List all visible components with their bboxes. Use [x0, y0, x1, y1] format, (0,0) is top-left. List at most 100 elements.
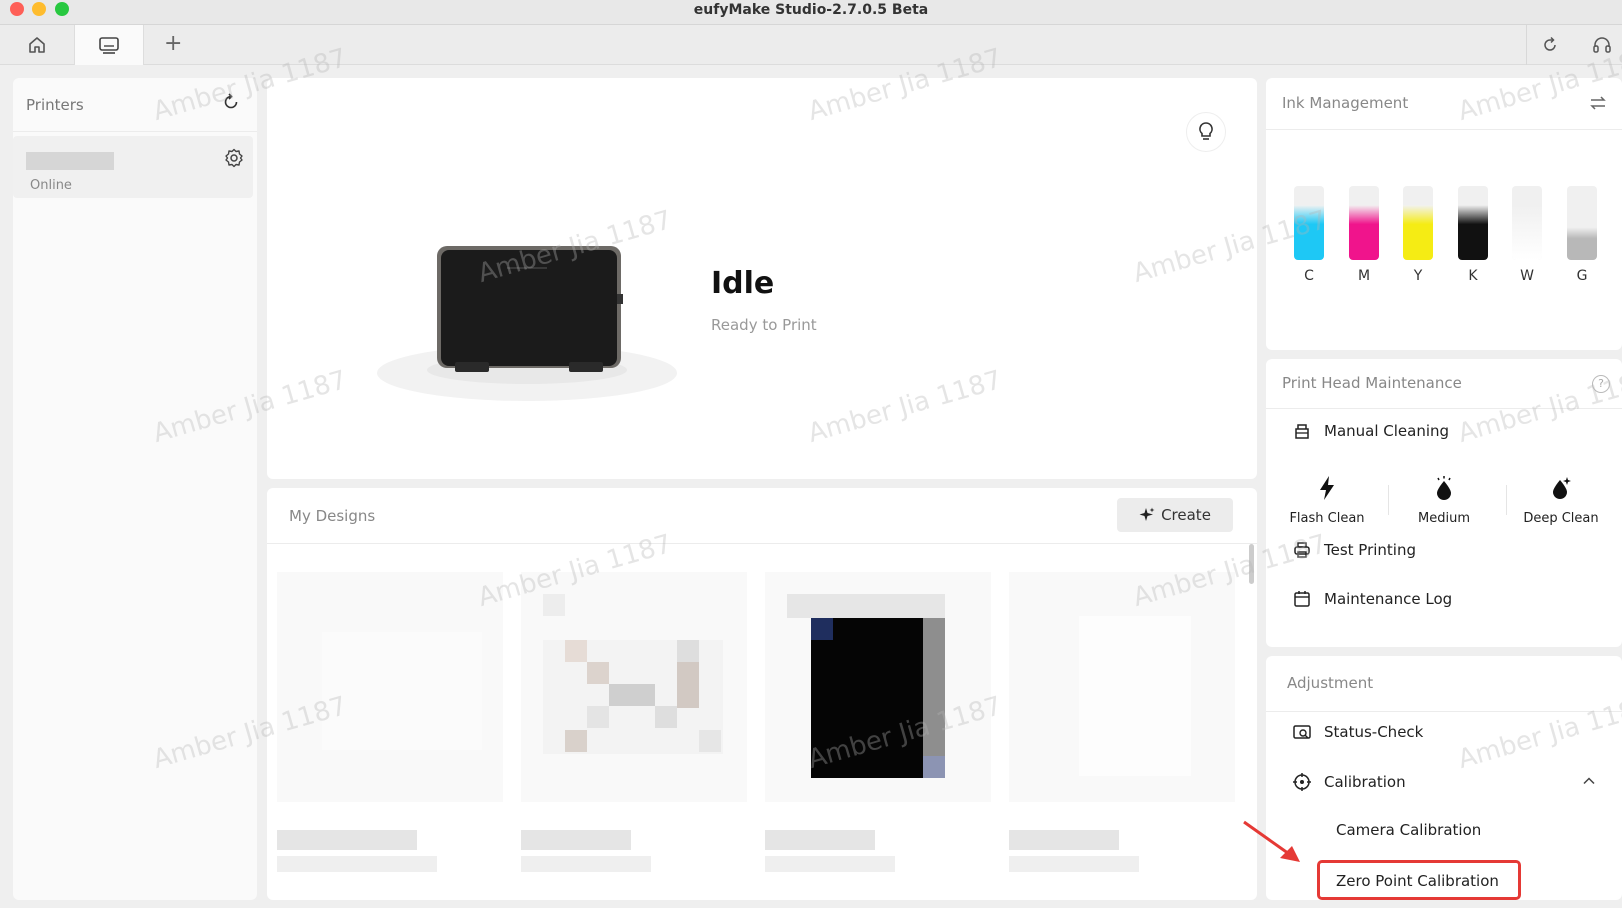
deep-clean-button[interactable]: Deep Clean — [1506, 471, 1616, 535]
swap-icon — [1590, 96, 1606, 110]
printer-status: Online — [30, 178, 72, 193]
maintenance-log-label: Maintenance Log — [1324, 590, 1453, 608]
status-check-button[interactable]: Status-Check — [1292, 718, 1423, 746]
design-card[interactable] — [765, 572, 991, 802]
ink-level-fill — [1294, 204, 1324, 260]
create-label: Create — [1161, 506, 1211, 524]
calibration-label: Calibration — [1324, 773, 1406, 791]
title-bar: eufyMake Studio-2.7.0.5 Beta — [0, 0, 1622, 25]
design-caption-redacted — [521, 830, 631, 850]
design-caption-redacted — [765, 856, 895, 872]
test-printing-label: Test Printing — [1324, 541, 1417, 559]
ink-label: K — [1468, 268, 1478, 284]
ink-level-fill — [1512, 204, 1542, 260]
ink-swap-button[interactable] — [1588, 93, 1608, 113]
design-caption-redacted — [277, 830, 417, 850]
design-caption-redacted — [277, 856, 437, 872]
tab-device[interactable] — [74, 25, 144, 65]
crosshair-icon — [1293, 773, 1311, 791]
maintenance-log-button[interactable]: Maintenance Log — [1292, 585, 1452, 613]
support-button[interactable] — [1590, 33, 1614, 57]
ink-bottle-m — [1349, 186, 1379, 260]
camera-calibration-button[interactable]: Camera Calibration — [1336, 821, 1481, 839]
calendar-icon — [1294, 591, 1310, 607]
calibration-toggle[interactable]: Calibration — [1292, 768, 1406, 796]
print-head-maintenance-panel: Print Head Maintenance ? Manual Cleaning… — [1266, 359, 1622, 647]
medium-clean-button[interactable]: Medium — [1389, 471, 1499, 535]
ink-header: Ink Management — [1266, 78, 1622, 130]
create-button[interactable]: Create — [1117, 498, 1233, 532]
printer-state-title: Idle — [711, 266, 775, 301]
gear-icon — [225, 148, 243, 168]
ink-label: C — [1304, 268, 1314, 284]
lightbulb-icon — [1199, 122, 1213, 140]
status-check-icon — [1293, 725, 1311, 739]
design-card[interactable] — [277, 572, 503, 802]
designs-title: My Designs — [289, 507, 376, 525]
ink-bottle-w — [1512, 186, 1542, 260]
printer-state-subtitle: Ready to Print — [711, 316, 817, 334]
sparkle-icon — [1139, 507, 1155, 521]
design-card[interactable] — [1009, 572, 1235, 802]
cleaning-icon — [1295, 424, 1309, 439]
ink-label: Y — [1413, 268, 1423, 284]
zero-point-highlight-box — [1317, 860, 1521, 900]
manual-cleaning-button[interactable]: Manual Cleaning — [1292, 417, 1449, 445]
printer-settings-button[interactable] — [223, 147, 245, 169]
add-tab-button[interactable]: + — [164, 31, 182, 56]
printers-refresh-button[interactable] — [221, 92, 243, 114]
design-caption-redacted — [1009, 856, 1139, 872]
droplet-icon — [1437, 476, 1451, 500]
flash-clean-button[interactable]: Flash Clean — [1272, 471, 1382, 535]
ink-level-fill — [1349, 204, 1379, 260]
ink-management-panel: Ink Management C M Y K W G — [1266, 78, 1622, 350]
printer-name-redacted — [26, 152, 114, 170]
help-button[interactable]: ? — [1592, 375, 1610, 393]
printers-panel: Printers Online — [13, 78, 257, 900]
print-head-header: Print Head Maintenance ? — [1266, 359, 1622, 409]
tab-home[interactable] — [2, 25, 72, 65]
design-thumbnail — [1079, 616, 1191, 776]
ink-bottle-y — [1403, 186, 1433, 260]
refresh-button[interactable] — [1538, 33, 1562, 57]
chevron-up-icon[interactable] — [1582, 774, 1596, 788]
ink-level-fill — [1458, 204, 1488, 260]
ink-title: Ink Management — [1282, 94, 1409, 112]
ink-bottle-g — [1567, 186, 1597, 260]
deep-clean-icon — [1553, 477, 1571, 499]
design-thumbnail — [787, 594, 945, 778]
design-thumbnail — [322, 632, 482, 750]
status-check-label: Status-Check — [1324, 723, 1424, 741]
designs-scrollbar[interactable] — [1249, 544, 1254, 584]
design-caption-redacted — [765, 830, 875, 850]
printer-image — [377, 246, 677, 401]
designs-header: My Designs Create — [267, 488, 1257, 544]
annotation-arrow-icon — [1243, 820, 1300, 862]
lightning-icon — [1320, 476, 1334, 500]
design-caption-redacted — [1009, 830, 1119, 850]
headset-icon — [1593, 37, 1611, 53]
design-thumbnail — [543, 594, 723, 754]
divider — [1526, 25, 1527, 65]
print-head-title: Print Head Maintenance — [1282, 374, 1462, 392]
medium-clean-label: Medium — [1418, 511, 1470, 526]
tab-bar: + — [0, 25, 1622, 65]
test-printing-button[interactable]: Test Printing — [1292, 536, 1416, 564]
printer-device-icon — [99, 37, 119, 54]
printer-list-item[interactable]: Online — [13, 136, 253, 198]
window-title: eufyMake Studio-2.7.0.5 Beta — [693, 2, 929, 18]
deep-clean-label: Deep Clean — [1523, 511, 1599, 526]
printers-header: Printers — [13, 78, 257, 132]
printers-title: Printers — [26, 96, 84, 114]
adjustment-header: Adjustment — [1266, 656, 1622, 712]
adjustment-panel: Adjustment Status-Check Calibration Came… — [1266, 656, 1622, 900]
manual-cleaning-label: Manual Cleaning — [1324, 422, 1450, 440]
printer-icon — [1294, 542, 1310, 558]
tips-button[interactable] — [1186, 112, 1226, 152]
my-designs-panel: My Designs Create — [267, 488, 1257, 900]
refresh-icon — [224, 93, 238, 109]
home-icon — [29, 37, 45, 53]
ink-level-fill — [1567, 226, 1597, 260]
design-card[interactable] — [521, 572, 747, 802]
refresh-icon — [1544, 36, 1556, 51]
